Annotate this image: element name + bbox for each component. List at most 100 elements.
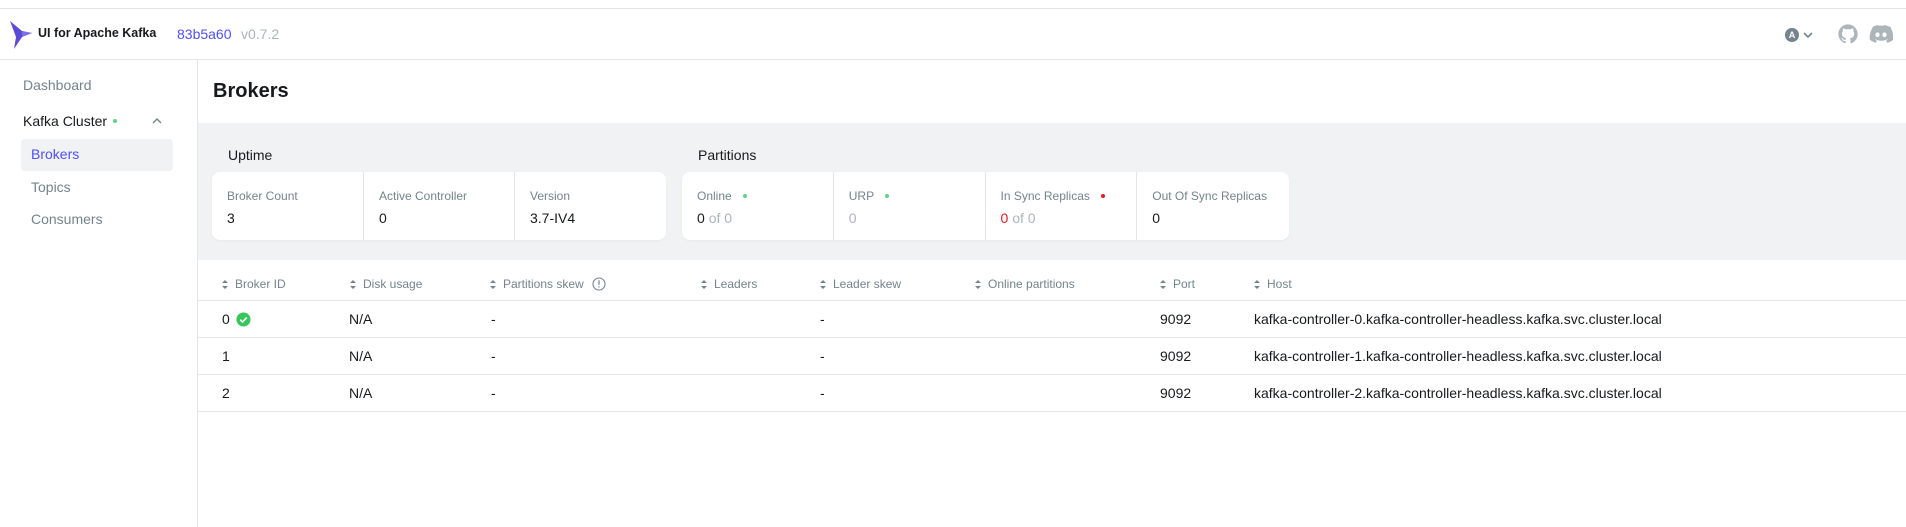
in-sync-value: 0 (1000, 210, 1009, 226)
col-port[interactable]: Port (1159, 277, 1195, 291)
in-sync-total: of 0 (1012, 210, 1036, 226)
card-value: 0 (1152, 210, 1161, 226)
partitions-skew-cell: - (491, 348, 496, 364)
header-label: Host (1267, 277, 1292, 291)
broker-id: 1 (222, 348, 230, 364)
card-label: Version (530, 189, 571, 203)
header-label: Leaders (714, 277, 758, 291)
disk-usage-cell: N/A (349, 311, 373, 327)
card-label: In Sync Replicas (1001, 189, 1137, 203)
metrics-panel: Uptime Broker Count 3 Active Controller … (198, 123, 1906, 260)
header-label: Online partitions (988, 277, 1075, 291)
host-cell: kafka-controller-1.kafka-controller-head… (1254, 348, 1662, 364)
sidebar-item-topics[interactable]: Topics (31, 179, 71, 195)
broker-id: 0 (222, 311, 230, 327)
card-value: 3.7-IV4 (530, 210, 576, 226)
disk-usage-cell: N/A (349, 348, 373, 364)
commit-link[interactable]: 83b5a60 (177, 26, 232, 42)
table-header: Broker ID Disk usage Partitions skew Lea… (198, 269, 1906, 301)
port-cell: 9092 (1160, 385, 1192, 401)
in-sync-card: In Sync Replicas 0 of 0 (986, 172, 1138, 240)
active-controller-card: Active Controller 0 (364, 172, 515, 240)
online-card: Online 0 of 0 (682, 172, 834, 240)
urp-label: URP (848, 189, 875, 203)
sidebar: Dashboard Kafka Cluster Brokers Topics C… (0, 60, 198, 527)
top-strip (0, 0, 1906, 9)
card-label: Online (697, 189, 833, 203)
urp-card: URP 0 (834, 172, 986, 240)
header-label: Disk usage (363, 277, 423, 291)
col-broker-id[interactable]: Broker ID (221, 277, 286, 291)
col-leader-skew[interactable]: Leader skew (819, 277, 901, 291)
col-online-partitions[interactable]: Online partitions (974, 277, 1075, 291)
sort-icon (1254, 279, 1260, 289)
kafka-logo-icon[interactable] (8, 19, 34, 51)
header-label: Port (1173, 277, 1196, 291)
card-label: URP (849, 189, 985, 203)
version-label: v0.7.2 (241, 26, 280, 42)
cluster-name: Kafka Cluster (23, 113, 108, 129)
sidebar-cluster-toggle[interactable]: Kafka Cluster (23, 113, 118, 129)
online-label: Online (697, 189, 732, 203)
sort-icon (350, 279, 356, 289)
card-value: 0 of 0 (697, 210, 833, 226)
broker-id-cell[interactable]: 1 (222, 348, 230, 364)
online-value: 0 (697, 210, 705, 226)
version-card: Version 3.7-IV4 (515, 172, 666, 240)
github-icon[interactable] (1837, 23, 1859, 45)
online-total: of 0 (708, 210, 733, 226)
col-host[interactable]: Host (1253, 277, 1292, 291)
sidebar-item-consumers[interactable]: Consumers (31, 211, 103, 227)
card-label: Broker Count (227, 189, 298, 203)
sidebar-item-dashboard[interactable]: Dashboard (23, 77, 92, 93)
host-cell: kafka-controller-0.kafka-controller-head… (1254, 311, 1662, 327)
sort-icon (820, 279, 826, 289)
in-sync-label: In Sync Replicas (1000, 189, 1090, 203)
sort-icon (222, 279, 228, 289)
chevron-up-icon[interactable] (151, 116, 163, 126)
port-cell: 9092 (1160, 311, 1192, 327)
user-menu[interactable]: A (1785, 25, 1821, 45)
broker-id-cell[interactable]: 0 (222, 311, 251, 327)
broker-count-card: Broker Count 3 (212, 172, 364, 240)
col-partitions-skew[interactable]: Partitions skew (489, 277, 606, 291)
disk-usage-cell: N/A (349, 385, 373, 401)
partitions-cards: Online 0 of 0 URP 0 In Sync Replicas 0 o… (682, 172, 1289, 240)
port-cell: 9092 (1160, 348, 1192, 364)
out-of-sync-card: Out Of Sync Replicas 0 (1137, 172, 1289, 240)
sort-icon (975, 279, 981, 289)
leader-skew-cell: - (820, 385, 825, 401)
table-row[interactable]: 0 N/A - - 9092 kafka-controller-0.kafka-… (198, 301, 1906, 338)
header-label: Leader skew (833, 277, 902, 291)
card-value: 3 (227, 210, 235, 226)
uptime-label: Uptime (228, 147, 273, 163)
cluster-status-dot (113, 119, 118, 123)
app-title[interactable]: UI for Apache Kafka (38, 26, 156, 40)
table-row[interactable]: 2 N/A - - 9092 kafka-controller-2.kafka-… (198, 375, 1906, 412)
brokers-table: Broker ID Disk usage Partitions skew Lea… (198, 269, 1906, 412)
discord-icon[interactable] (1869, 23, 1893, 45)
card-value: 0 of 0 (1001, 210, 1137, 226)
header-label: Broker ID (235, 277, 286, 291)
col-disk-usage[interactable]: Disk usage (349, 277, 422, 291)
partitions-label: Partitions (698, 147, 757, 163)
table-row[interactable]: 1 N/A - - 9092 kafka-controller-1.kafka-… (198, 338, 1906, 375)
chevron-down-icon (1803, 32, 1813, 39)
avatar: A (1785, 28, 1799, 42)
card-label: Out Of Sync Replicas (1152, 189, 1267, 203)
navbar: UI for Apache Kafka 83b5a60 v0.7.2 A (0, 9, 1906, 60)
sort-icon (701, 279, 707, 289)
sort-icon (490, 279, 496, 289)
partitions-skew-cell: - (491, 311, 496, 327)
host-cell: kafka-controller-2.kafka-controller-head… (1254, 385, 1662, 401)
info-icon[interactable] (592, 277, 606, 291)
broker-id-cell[interactable]: 2 (222, 385, 230, 401)
uptime-cards: Broker Count 3 Active Controller 0 Versi… (212, 172, 666, 240)
col-leaders[interactable]: Leaders (700, 277, 757, 291)
page-title: Brokers (213, 80, 289, 102)
broker-id: 2 (222, 385, 230, 401)
status-dot (742, 194, 747, 198)
header-label: Partitions skew (503, 277, 584, 291)
status-dot (885, 194, 890, 198)
sidebar-item-brokers[interactable]: Brokers (21, 139, 173, 171)
